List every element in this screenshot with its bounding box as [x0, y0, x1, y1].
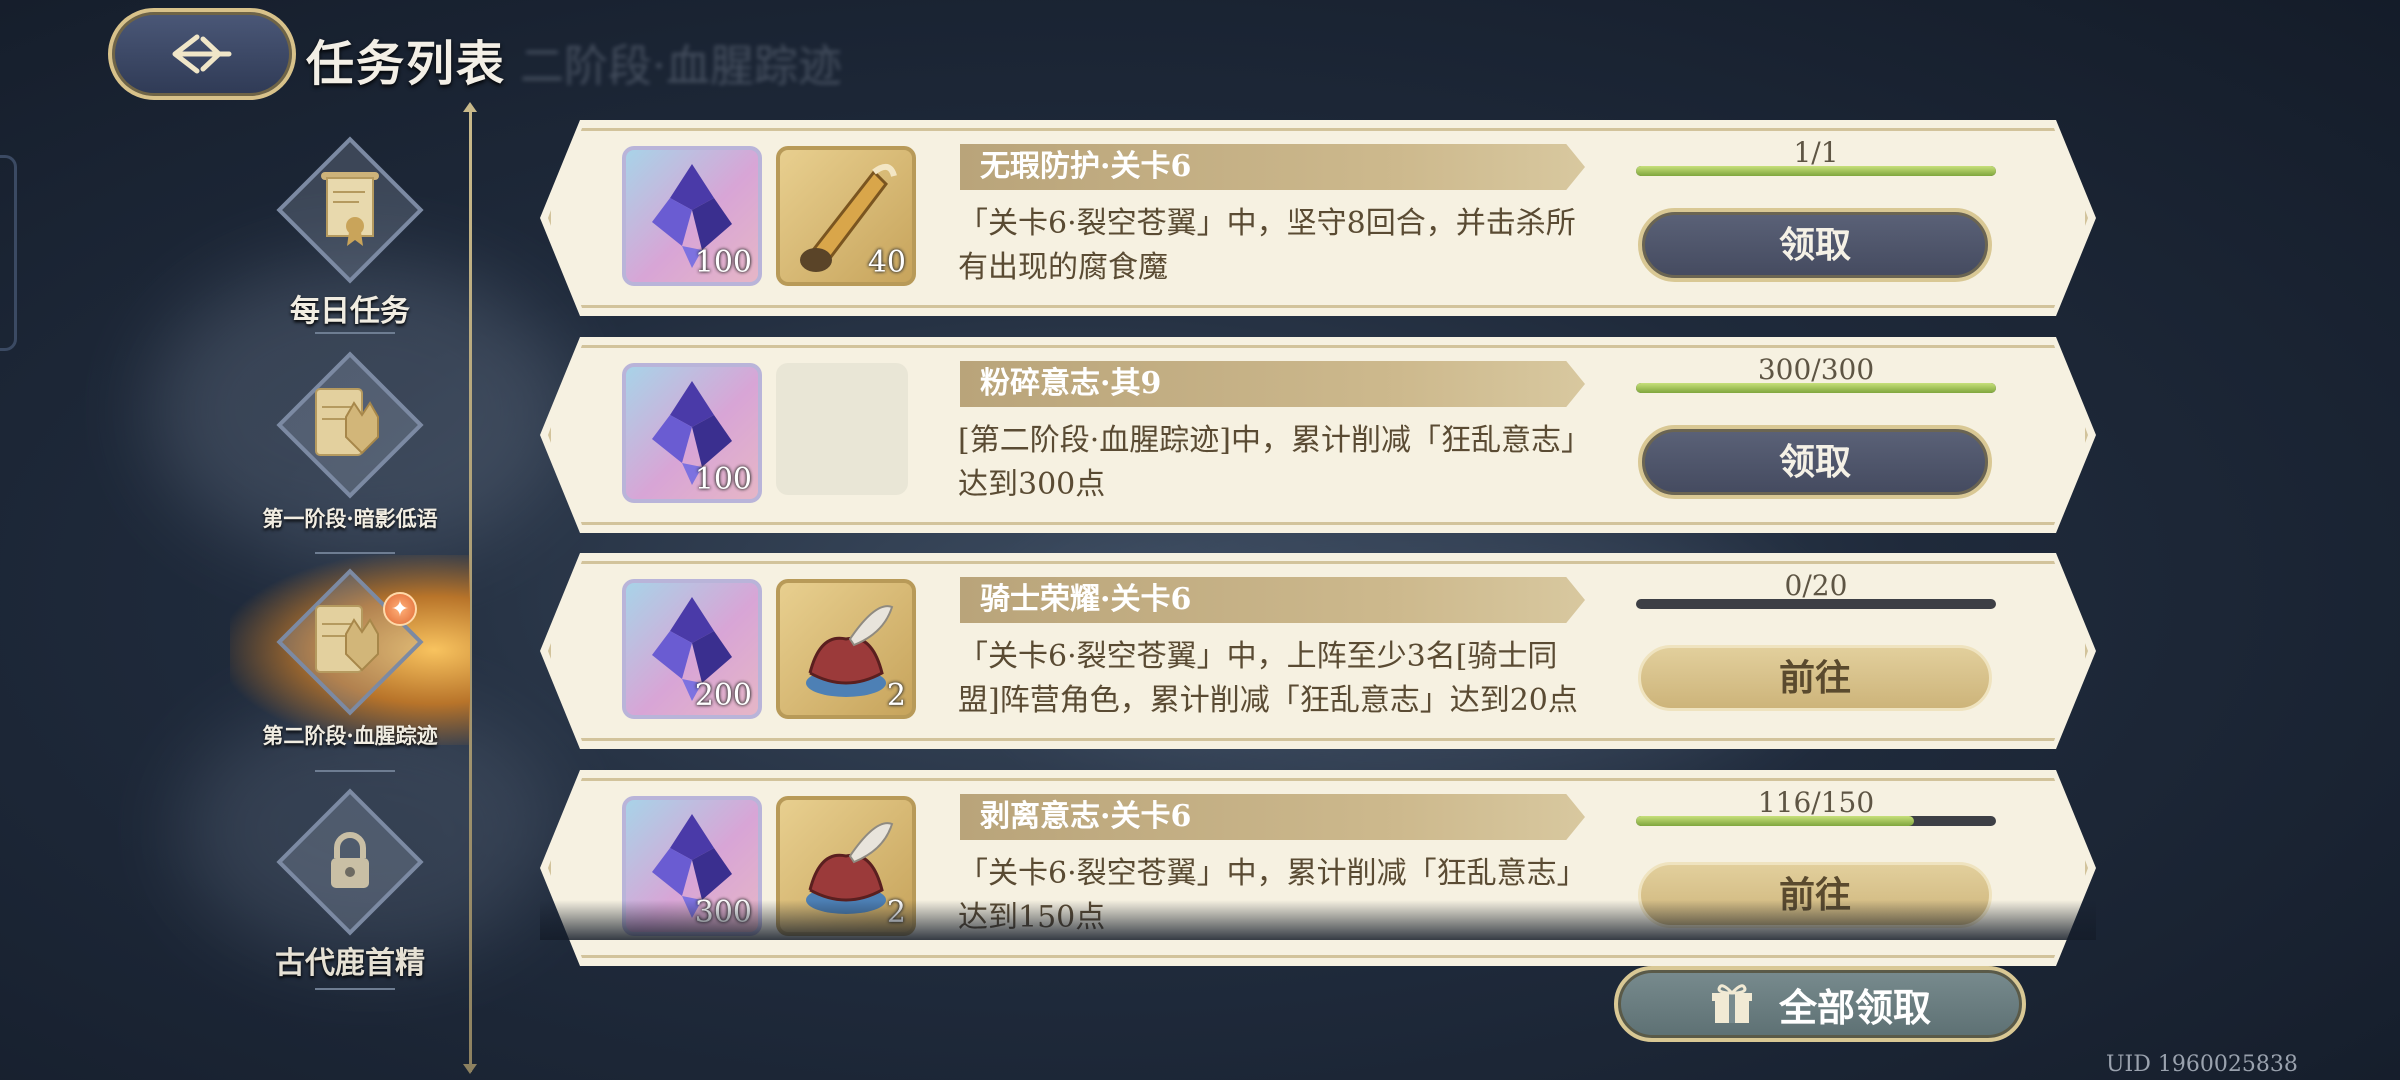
sidebar-separator [315, 552, 395, 554]
reward-quantity: 40 [867, 245, 906, 280]
sidebar-item-ancient-deer[interactable]: 古代鹿首精 [230, 782, 470, 982]
divider-top-cap [463, 102, 477, 112]
scroll-icon [310, 164, 390, 256]
list-fade-overlay [540, 900, 2096, 940]
task-card: 100 粉碎意志·其9 [第二阶段·血腥踪迹]中，累计削减「狂乱意志」达到300… [540, 337, 2096, 533]
progress-text: 116/150 [1757, 786, 1875, 819]
task-title: 粉碎意志·其9 [960, 361, 1585, 407]
lock-icon [310, 816, 390, 908]
reward-quantity: 200 [694, 678, 752, 713]
background-subtitle: 二阶段·血腥踪迹 [520, 41, 842, 92]
gift-icon [1711, 984, 1752, 1023]
reward-empty-slot [776, 363, 908, 495]
sidebar-separator [315, 332, 395, 334]
reward-quantity: 100 [694, 462, 752, 497]
task-card: 200 2 骑士荣耀·关卡6 「关卡6·裂空苍翼」中，上阵至少3名[骑士同盟]阵… [540, 553, 2096, 749]
reward-quantity: 2 [886, 678, 906, 713]
task-title: 无瑕防护·关卡6 [960, 144, 1585, 190]
task-description: [第二阶段·血腥踪迹]中，累计削减「狂乱意志」达到300点 [958, 423, 1591, 502]
wolf-card-icon [310, 596, 390, 688]
reward-crystal[interactable]: 100 [622, 363, 762, 503]
sidebar-item-label: 每日任务 [290, 294, 410, 329]
task-card: 100 40 无瑕防护·关卡6 「关卡6·裂空苍翼」中，坚守8回合，并击杀所有出… [540, 120, 2096, 316]
reward-crystal[interactable]: 200 [622, 579, 762, 719]
sidebar-separator [315, 988, 395, 990]
progress-text: 1/1 [1793, 136, 1839, 169]
claim-button[interactable]: 领取 [1638, 208, 1992, 282]
back-button[interactable] [108, 8, 296, 100]
sidebar-item-label: 第一阶段·暗影低语 [262, 506, 438, 531]
divider-bottom-cap [463, 1064, 477, 1074]
left-edge-tab [0, 155, 17, 351]
reward-quantity: 100 [694, 245, 752, 280]
reward-horn[interactable]: 40 [776, 146, 916, 286]
wolf-card-icon [310, 379, 390, 471]
sidebar-separator [315, 770, 395, 772]
task-description: 「关卡6·裂空苍翼」中，坚守8回合，并击杀所有出现的腐食魔 [958, 206, 1576, 285]
claim-all-label: 全部领取 [1778, 984, 1931, 1030]
progress-bar [1636, 816, 1996, 826]
new-badge-icon: ✦ [383, 592, 417, 626]
progress-bar [1636, 166, 1996, 176]
sidebar-item-label: 古代鹿首精 [275, 946, 425, 981]
sidebar-item-stage2[interactable]: 第二阶段·血腥踪迹 [230, 562, 470, 762]
sidebar-item-label: 第二阶段·血腥踪迹 [262, 723, 438, 748]
sidebar-item-daily[interactable]: 每日任务 [230, 130, 470, 330]
task-description: 「关卡6·裂空苍翼」中，上阵至少3名[骑士同盟]阵营角色，累计削减「狂乱意志」达… [958, 639, 1578, 718]
progress-bar [1636, 599, 1996, 609]
sidebar-item-stage1[interactable]: 第一阶段·暗影低语 [230, 345, 470, 545]
back-arrow-icon [172, 34, 232, 74]
progress-text: 300/300 [1757, 353, 1875, 386]
claim-button[interactable]: 领取 [1638, 425, 1992, 499]
progress-bar [1636, 383, 1996, 393]
page-title: 任务列表 [306, 36, 507, 92]
progress-text: 0/20 [1784, 569, 1848, 602]
task-title: 剥离意志·关卡6 [960, 794, 1585, 840]
go-button[interactable]: 前往 [1638, 645, 1992, 711]
reward-cloak[interactable]: 2 [776, 579, 916, 719]
claim-all-button[interactable]: 全部领取 [1614, 966, 2026, 1042]
reward-crystal[interactable]: 100 [622, 146, 762, 286]
uid-text: UID 1960025838 [2106, 1052, 2298, 1077]
task-title: 骑士荣耀·关卡6 [960, 577, 1585, 623]
